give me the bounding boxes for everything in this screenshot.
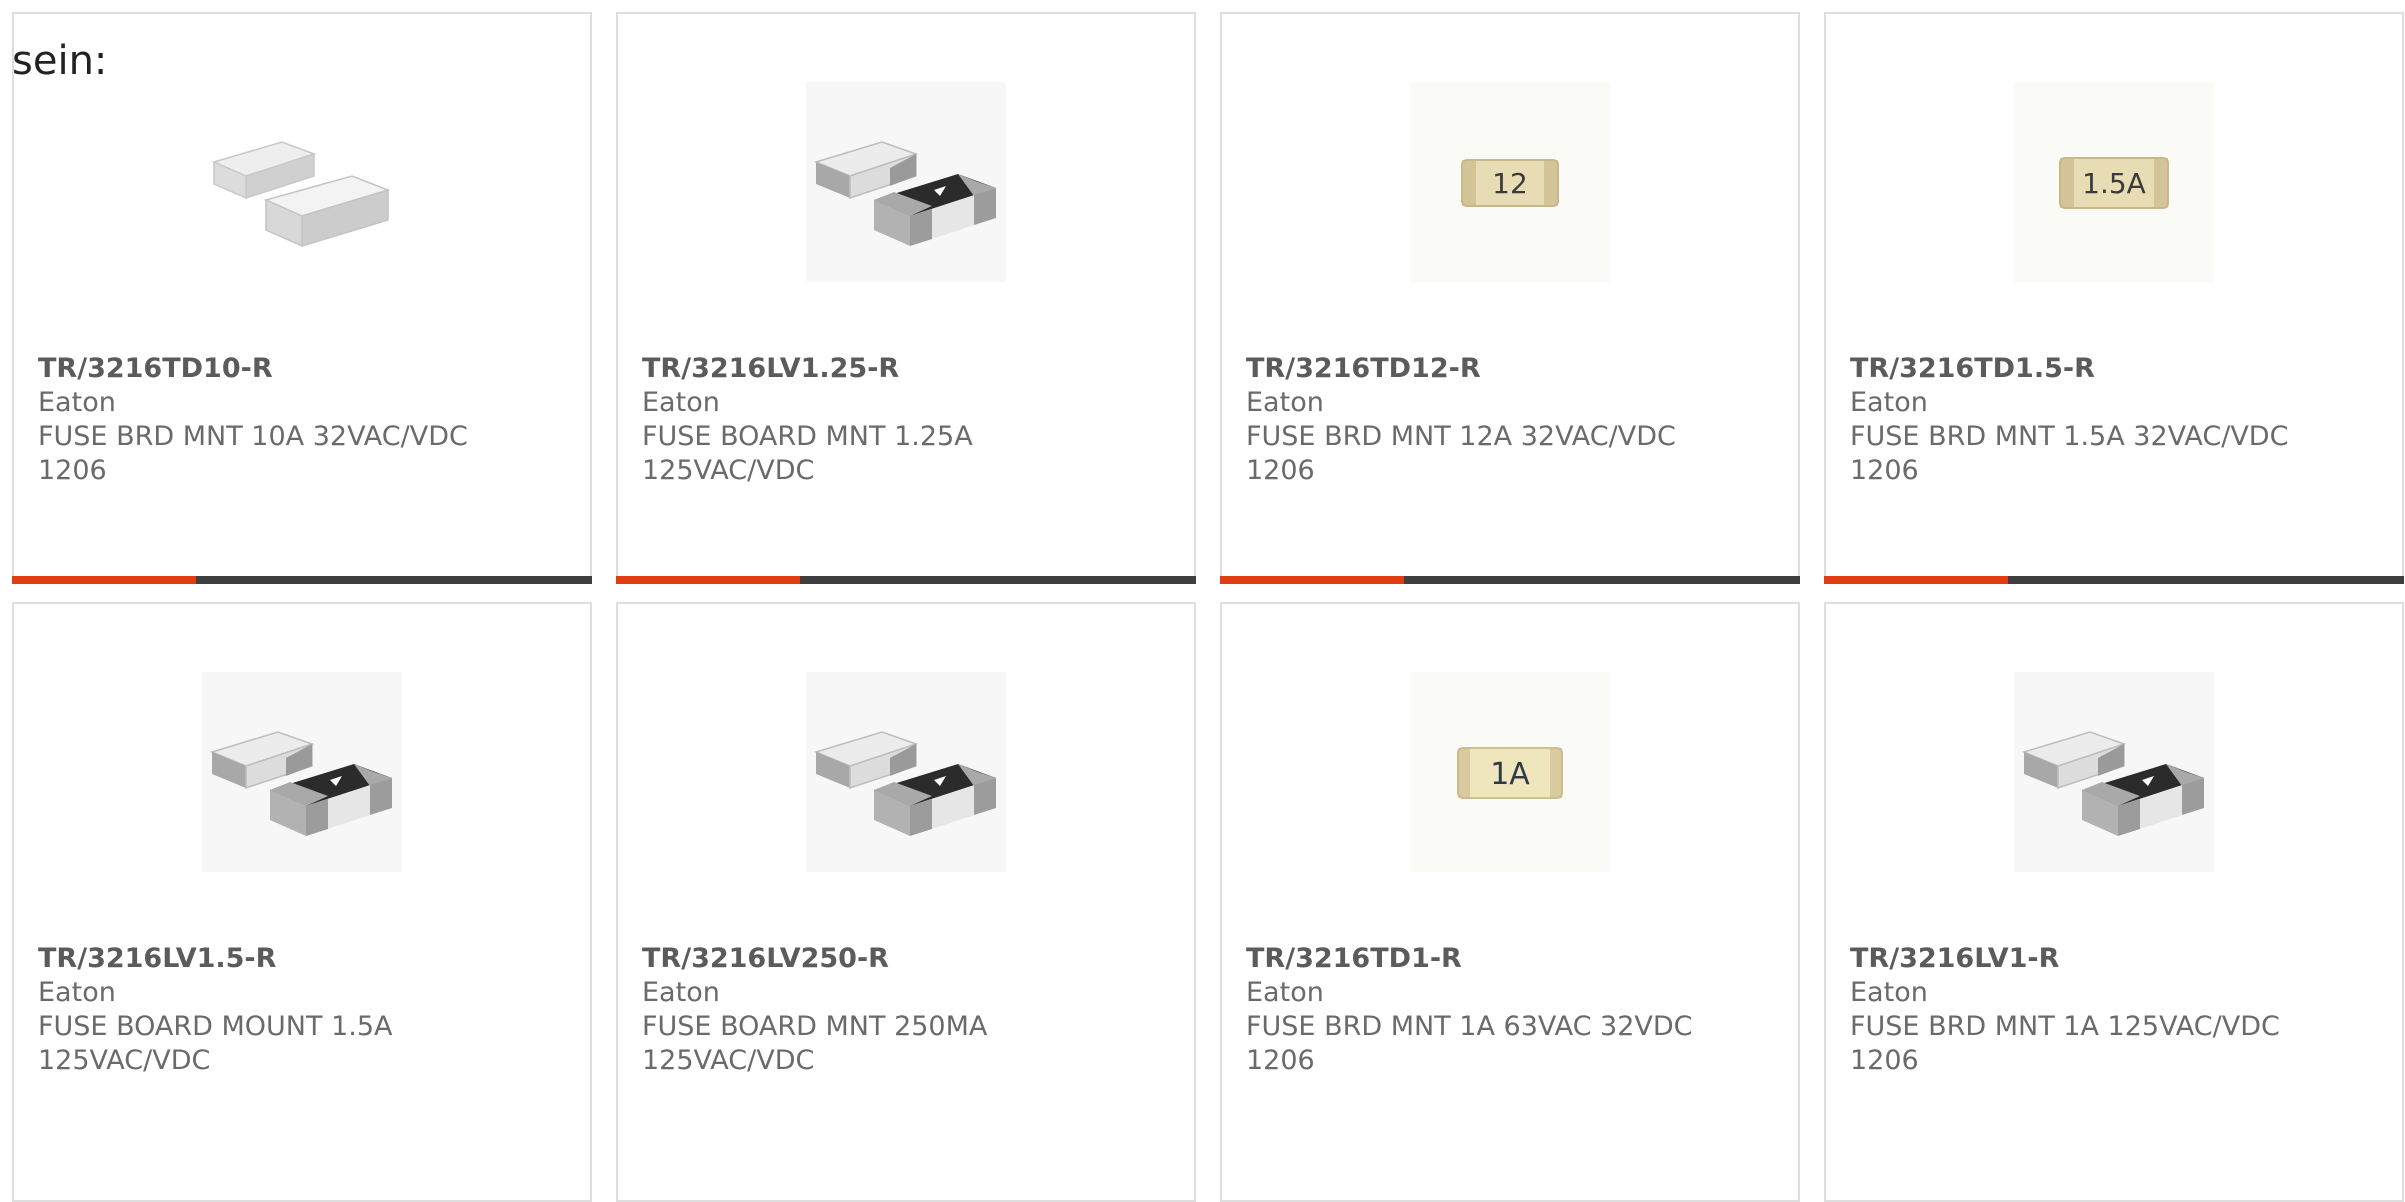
manufacturer: Eaton bbox=[642, 977, 720, 1008]
manufacturer: Eaton bbox=[1246, 387, 1324, 418]
description-line2: 125VAC/VDC bbox=[642, 455, 815, 486]
fuse-smd-white-icon bbox=[211, 141, 391, 248]
description-line2: 125VAC/VDC bbox=[38, 1045, 211, 1076]
description-line1: FUSE BRD MNT 12A 32VAC/VDC bbox=[1246, 421, 1676, 452]
manufacturer: Eaton bbox=[38, 387, 116, 418]
part-number[interactable]: TR/3216TD1-R bbox=[1246, 942, 1693, 976]
product-card[interactable]: 12 TR/3216TD12-R Eaton FUSE BRD MNT 12A … bbox=[1220, 12, 1800, 584]
fuse-marking: 1A bbox=[1490, 757, 1530, 792]
description-line2: 1206 bbox=[38, 455, 107, 486]
product-card[interactable]: TR/3216LV1.25-R Eaton FUSE BOARD MNT 1.2… bbox=[616, 12, 1196, 584]
description-line2: 125VAC/VDC bbox=[642, 1045, 815, 1076]
card-footer-bar bbox=[12, 576, 592, 584]
card-footer-bar bbox=[1824, 576, 2404, 584]
description-line1: FUSE BRD MNT 1A 125VAC/VDC bbox=[1850, 1011, 2280, 1042]
description-line1: FUSE BRD MNT 1.5A 32VAC/VDC bbox=[1850, 421, 2289, 452]
part-number[interactable]: TR/3216LV1.25-R bbox=[642, 352, 973, 386]
part-number[interactable]: TR/3216LV1-R bbox=[1850, 942, 2280, 976]
description-line1: FUSE BRD MNT 1A 63VAC 32VDC bbox=[1246, 1011, 1693, 1042]
part-number[interactable]: TR/3216TD10-R bbox=[38, 352, 468, 386]
description-line2: 1206 bbox=[1850, 1045, 1919, 1076]
card-footer-bar bbox=[1220, 576, 1800, 584]
description-line1: FUSE BRD MNT 10A 32VAC/VDC bbox=[38, 421, 468, 452]
manufacturer: Eaton bbox=[642, 387, 720, 418]
description-line1: FUSE BOARD MOUNT 1.5A bbox=[38, 1011, 393, 1042]
product-card[interactable]: TR/3216LV250-R Eaton FUSE BOARD MNT 250M… bbox=[616, 602, 1196, 1202]
product-card[interactable]: 1.5A TR/3216TD1.5-R Eaton FUSE BRD MNT 1… bbox=[1824, 12, 2404, 584]
description-line1: FUSE BOARD MNT 250MA bbox=[642, 1011, 988, 1042]
description-line2: 1206 bbox=[1850, 455, 1919, 486]
manufacturer: Eaton bbox=[1850, 977, 1928, 1008]
part-number[interactable]: TR/3216TD1.5-R bbox=[1850, 352, 2288, 386]
product-card[interactable]: TR/3216LV1-R Eaton FUSE BRD MNT 1A 125VA… bbox=[1824, 602, 2404, 1202]
product-card[interactable]: TR/3216TD10-R Eaton FUSE BRD MNT 10A 32V… bbox=[12, 12, 592, 584]
part-number[interactable]: TR/3216LV250-R bbox=[642, 942, 987, 976]
description-line1: FUSE BOARD MNT 1.25A bbox=[642, 421, 973, 452]
product-card[interactable]: 1A TR/3216TD1-R Eaton FUSE BRD MNT 1A 63… bbox=[1220, 602, 1800, 1202]
fuse-marking: 1.5A bbox=[2082, 167, 2146, 200]
description-line2: 1206 bbox=[1246, 455, 1315, 486]
fuse-smd-black-icon bbox=[806, 82, 1006, 282]
fuse-beige-12-icon: 12 bbox=[1410, 82, 1610, 282]
manufacturer: Eaton bbox=[38, 977, 116, 1008]
part-number[interactable]: TR/3216TD12-R bbox=[1246, 352, 1676, 386]
fuse-smd-black-icon bbox=[202, 672, 402, 872]
manufacturer: Eaton bbox=[1850, 387, 1928, 418]
fuse-smd-black-icon bbox=[2014, 672, 2214, 872]
description-line2: 1206 bbox=[1246, 1045, 1315, 1076]
fuse-beige-1.5a-icon: 1.5A bbox=[2014, 82, 2214, 282]
fuse-marking: 12 bbox=[1492, 167, 1528, 200]
fuse-beige-1a-icon: 1A bbox=[1410, 672, 1610, 872]
manufacturer: Eaton bbox=[1246, 977, 1324, 1008]
product-card[interactable]: TR/3216LV1.5-R Eaton FUSE BOARD MOUNT 1.… bbox=[12, 602, 592, 1202]
intro-text: sein: bbox=[12, 38, 108, 84]
card-footer-bar bbox=[616, 576, 1196, 584]
fuse-smd-black-icon bbox=[806, 672, 1006, 872]
part-number[interactable]: TR/3216LV1.5-R bbox=[38, 942, 393, 976]
